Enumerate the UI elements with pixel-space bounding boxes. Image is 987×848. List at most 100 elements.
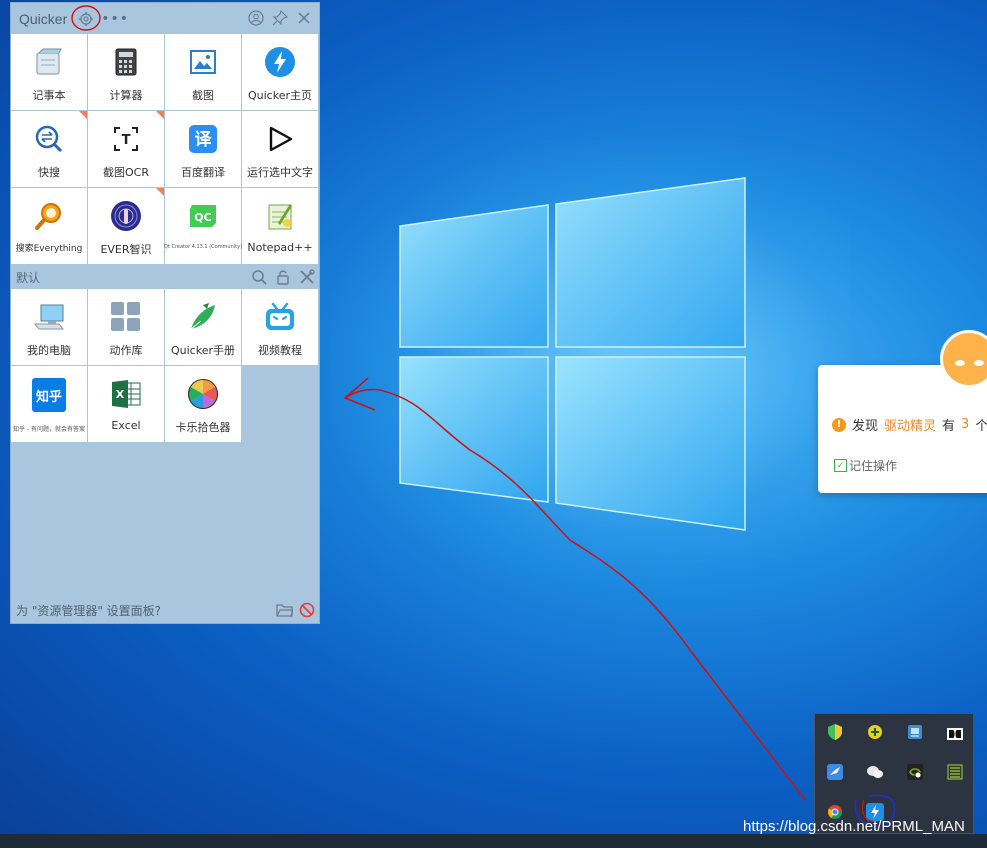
folder-icon[interactable] — [276, 602, 294, 622]
notepad-icon — [33, 46, 65, 78]
tray-add[interactable] — [855, 714, 895, 754]
computer-icon — [33, 301, 65, 333]
section-bar-default: 默认 — [11, 265, 319, 289]
action-run-selected[interactable]: 运行选中文字 — [242, 111, 318, 187]
action-label: 运行选中文字 — [247, 166, 313, 179]
popup-count: 3 — [961, 417, 970, 432]
notepadpp-icon — [264, 200, 296, 232]
tools-icon[interactable] — [299, 269, 315, 289]
action-label: 动作库 — [109, 344, 143, 357]
tray-feishu[interactable] — [815, 754, 855, 794]
action-color-picker[interactable]: 卡乐拾色器 — [165, 366, 241, 442]
remember-label: 记住操作 — [849, 459, 898, 473]
zhihu-icon: 知乎 — [32, 378, 66, 412]
badge-corner — [156, 111, 164, 119]
action-everything[interactable]: 搜索Everything — [11, 188, 87, 264]
action-quicker-manual[interactable]: Quicker手册 — [165, 289, 241, 365]
excel-icon: X — [110, 378, 142, 410]
tray-nvidia[interactable] — [895, 754, 935, 794]
panel-footer: 为 "资源管理器" 设置面板? — [11, 597, 319, 623]
network-icon — [907, 724, 923, 744]
wechat-icon — [866, 764, 884, 784]
action-ocr[interactable]: T 截图OCR — [88, 111, 164, 187]
tray-shield[interactable] — [815, 714, 855, 754]
search-icon[interactable] — [251, 269, 267, 289]
panel-header: Quicker ••• — [11, 3, 319, 34]
add-circle-icon — [867, 724, 883, 744]
remember-checkbox[interactable]: ✓ 记住操作 — [834, 457, 897, 474]
action-label: Quicker手册 — [170, 344, 235, 357]
panel-title: Quicker — [19, 10, 68, 27]
lock-icon[interactable] — [275, 269, 291, 289]
action-label: 我的电脑 — [27, 344, 71, 357]
svg-text:译: 译 — [195, 130, 213, 150]
action-label: Notepad++ — [247, 241, 313, 254]
popup-prefix: 发现 — [852, 419, 879, 434]
tray-wechat[interactable] — [855, 754, 895, 794]
qt-icon: QC — [187, 200, 219, 232]
action-qt-creator[interactable]: QC Qt Creator 4.13.1 (Community) — [163, 188, 243, 264]
action-quick-search[interactable]: 快搜 — [11, 111, 87, 187]
close-icon[interactable] — [295, 9, 313, 27]
action-screenshot[interactable]: 截图 — [165, 34, 241, 110]
top-actions-grid: 记事本 计算器 截图 Quicker主页 快搜 T 截图OCR 译 百度翻译 运… — [11, 34, 319, 264]
action-label: 计算器 — [109, 89, 143, 102]
tray-network[interactable] — [895, 714, 935, 754]
action-video-tutorial[interactable]: 视频教程 — [242, 289, 318, 365]
mascot-face-icon — [940, 330, 987, 388]
action-label: Excel — [111, 419, 141, 432]
checkbox-icon[interactable]: ✓ — [834, 459, 847, 472]
taskbar — [0, 834, 987, 848]
everything-search-icon — [33, 200, 65, 232]
action-excel[interactable]: X Excel — [88, 366, 164, 442]
quicker-bolt-icon — [264, 46, 296, 78]
screenshot-icon — [187, 46, 219, 78]
action-label: Qt Creator 4.13.1 (Community) — [163, 244, 243, 250]
nvidia-icon — [907, 764, 923, 784]
action-label: 截图OCR — [103, 166, 149, 179]
monitor-icon — [947, 764, 963, 784]
action-label: 视频教程 — [258, 344, 302, 357]
action-label: 知乎 - 有问题，就会有答案 — [13, 426, 85, 433]
default-actions-grid: 我的电脑 动作库 Quicker手册 视频教程 知乎 知乎 - 有问题，就会有答… — [11, 289, 319, 442]
action-label: 截图 — [192, 89, 214, 102]
section-label: 默认 — [16, 270, 41, 285]
more-dots-icon[interactable]: ••• — [101, 11, 129, 27]
bilibili-tv-icon — [264, 301, 296, 333]
gear-icon[interactable] — [71, 4, 101, 31]
ever-icon — [110, 200, 142, 232]
popup-app[interactable]: 驱动精灵 — [884, 415, 936, 434]
action-library[interactable]: 动作库 — [88, 289, 164, 365]
action-label: 快搜 — [38, 166, 60, 179]
ocr-icon: T — [110, 123, 142, 155]
quick-search-icon — [33, 123, 65, 155]
svg-text:T: T — [122, 133, 131, 148]
action-library-icon — [110, 301, 142, 333]
pin-icon[interactable] — [271, 9, 289, 27]
badge-corner — [79, 111, 87, 119]
shield-icon — [827, 723, 843, 745]
info-icon: ! — [832, 417, 846, 432]
action-notepad[interactable]: 记事本 — [11, 34, 87, 110]
tray-monitor[interactable] — [935, 754, 975, 794]
badge-corner — [156, 188, 164, 196]
tray-overflow — [814, 713, 974, 834]
footer-prompt[interactable]: 为 "资源管理器" 设置面板? — [16, 602, 161, 619]
action-label: 百度翻译 — [181, 166, 225, 179]
action-my-computer[interactable]: 我的电脑 — [11, 289, 87, 365]
action-quicker-home[interactable]: Quicker主页 — [242, 34, 318, 110]
action-ever[interactable]: EVER智识 — [88, 188, 164, 264]
action-label: 记事本 — [32, 89, 66, 102]
action-notepadpp[interactable]: Notepad++ — [242, 188, 318, 264]
action-zhihu[interactable]: 知乎 知乎 - 有问题，就会有答案 — [11, 366, 87, 442]
action-label: 搜索Everything — [15, 244, 83, 254]
action-calculator[interactable]: 计算器 — [88, 34, 164, 110]
action-baidu-translate[interactable]: 译 百度翻译 — [165, 111, 241, 187]
user-icon[interactable] — [247, 9, 265, 27]
ban-icon[interactable] — [299, 602, 315, 622]
popup-suffix: 个 — [975, 419, 987, 434]
tray-dolby[interactable] — [935, 714, 975, 754]
quicker-panel: Quicker ••• 记事本 计算器 截图 Quicker主页 快搜 T 截图… — [10, 2, 320, 624]
dolby-icon — [947, 725, 963, 744]
manual-bird-icon — [187, 301, 219, 333]
